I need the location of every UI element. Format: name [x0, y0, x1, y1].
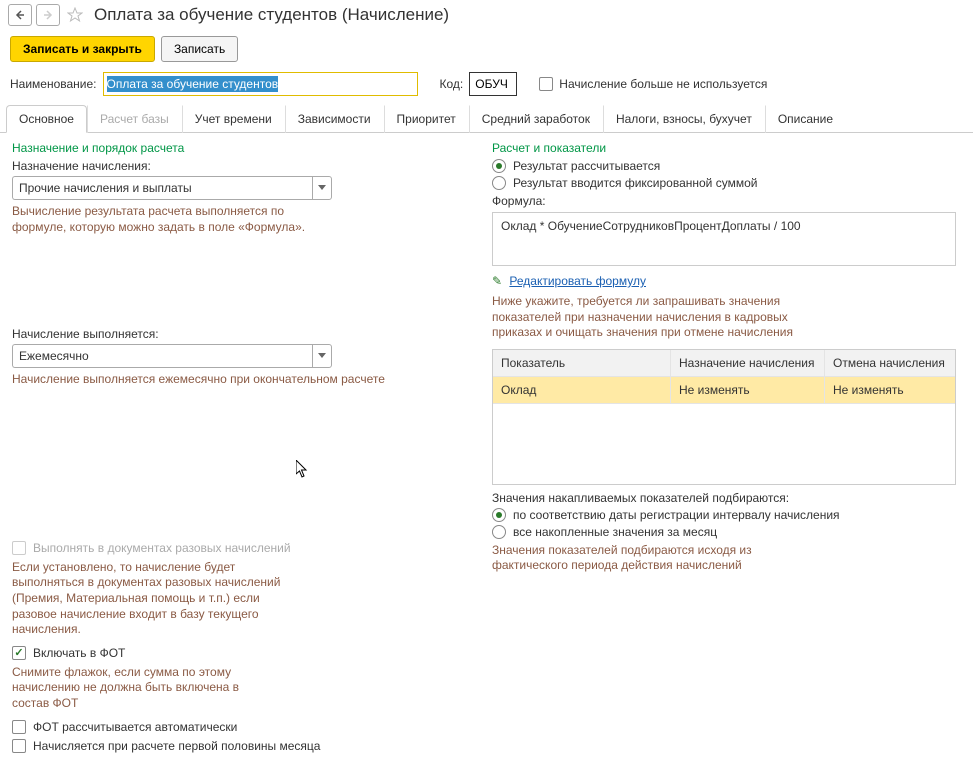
name-input[interactable]: Оплата за обучение студентов: [103, 72, 418, 96]
purpose-select-dropdown[interactable]: [312, 176, 332, 200]
result-calc-radio[interactable]: [492, 159, 506, 173]
not-used-checkbox[interactable]: [539, 77, 553, 91]
indicators-table: Показатель Назначение начисления Отмена …: [492, 349, 956, 485]
single-doc-hint: Если установлено, то начисление будет вы…: [12, 560, 292, 638]
save-close-button[interactable]: Записать и закрыть: [10, 36, 155, 62]
ind-header-1: Показатель: [493, 350, 671, 376]
single-doc-label: Выполнять в документах разовых начислени…: [33, 541, 291, 555]
first-half-checkbox[interactable]: [12, 739, 26, 753]
fot-hint: Снимите флажок, если сумма по этому начи…: [12, 665, 272, 712]
purpose-hint: Вычисление результата расчета выполняетс…: [12, 204, 312, 235]
tabs: Основное Расчет базы Учет времени Зависи…: [0, 104, 973, 133]
back-button[interactable]: [8, 4, 32, 26]
indicators-hint: Ниже укажите, требуется ли запрашивать з…: [492, 294, 812, 341]
not-used-label: Начисление больше не используется: [559, 77, 767, 91]
ind-cell-cancel: Не изменять: [825, 377, 955, 403]
favorite-button[interactable]: [64, 4, 86, 26]
window-title: Оплата за обучение студентов (Начисление…: [94, 5, 449, 25]
freq-select[interactable]: Ежемесячно: [12, 344, 312, 368]
freq-select-dropdown[interactable]: [312, 344, 332, 368]
accum-label: Значения накапливаемых показателей подби…: [492, 491, 961, 505]
ind-cell-name: Оклад: [493, 377, 671, 403]
first-half-label: Начисляется при расчете первой половины …: [33, 739, 320, 753]
accum-date-radio[interactable]: [492, 508, 506, 522]
right-section-title: Расчет и показатели: [492, 141, 961, 155]
result-calc-label: Результат рассчитывается: [513, 159, 660, 173]
formula-box: Оклад * ОбучениеСотрудниковПроцентДоплат…: [492, 212, 956, 266]
purpose-label: Назначение начисления:: [12, 159, 472, 173]
ind-header-2: Назначение начисления: [671, 350, 825, 376]
arrow-left-icon: [14, 9, 26, 21]
ind-header-3: Отмена начисления: [825, 350, 955, 376]
save-button[interactable]: Записать: [161, 36, 238, 62]
code-label: Код:: [440, 77, 464, 91]
fot-auto-checkbox[interactable]: [12, 720, 26, 734]
result-fixed-label: Результат вводится фиксированной суммой: [513, 176, 757, 190]
result-fixed-radio[interactable]: [492, 176, 506, 190]
arrow-right-icon: [42, 9, 54, 21]
tab-time[interactable]: Учет времени: [182, 105, 285, 133]
ind-cell-assign: Не изменять: [671, 377, 825, 403]
tab-avg[interactable]: Средний заработок: [469, 105, 603, 133]
tab-priority[interactable]: Приоритет: [384, 105, 469, 133]
star-icon: [67, 7, 83, 23]
left-section-title: Назначение и порядок расчета: [12, 141, 472, 155]
accum-all-label: все накопленные значения за месяц: [513, 525, 717, 539]
tab-tax[interactable]: Налоги, взносы, бухучет: [603, 105, 765, 133]
name-label: Наименование:: [10, 77, 97, 91]
code-input[interactable]: [469, 72, 517, 96]
tab-main[interactable]: Основное: [6, 105, 87, 133]
accum-hint: Значения показателей подбираются исходя …: [492, 543, 792, 574]
accum-all-radio[interactable]: [492, 525, 506, 539]
name-input-value: Оплата за обучение студентов: [107, 76, 279, 92]
freq-label: Начисление выполняется:: [12, 327, 472, 341]
table-blank-area: [493, 404, 955, 484]
tab-deps[interactable]: Зависимости: [285, 105, 384, 133]
fot-auto-label: ФОТ рассчитывается автоматически: [33, 720, 237, 734]
chevron-down-icon: [318, 185, 326, 191]
pencil-icon: ✎: [492, 274, 502, 288]
table-row[interactable]: Оклад Не изменять Не изменять: [493, 377, 955, 404]
fot-checkbox[interactable]: [12, 646, 26, 660]
tab-base[interactable]: Расчет базы: [87, 105, 182, 133]
edit-formula-link[interactable]: Редактировать формулу: [509, 274, 646, 288]
accum-date-label: по соответствию даты регистрации интерва…: [513, 508, 840, 522]
purpose-select[interactable]: Прочие начисления и выплаты: [12, 176, 312, 200]
chevron-down-icon: [318, 353, 326, 359]
fot-label: Включать в ФОТ: [33, 646, 125, 660]
freq-hint: Начисление выполняется ежемесячно при ок…: [12, 372, 472, 388]
single-doc-checkbox: [12, 541, 26, 555]
tab-desc[interactable]: Описание: [765, 105, 846, 133]
forward-button[interactable]: [36, 4, 60, 26]
formula-label: Формула:: [492, 194, 961, 208]
